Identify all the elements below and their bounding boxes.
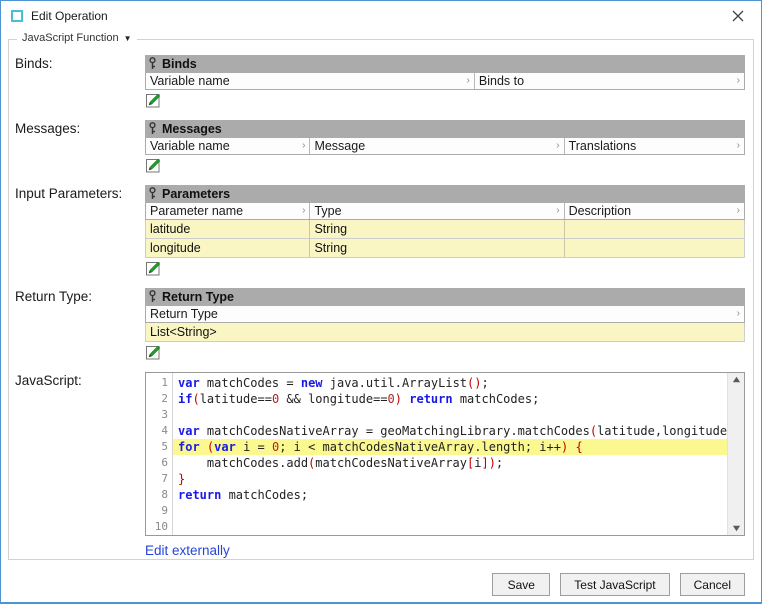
code-lines: var matchCodes = new java.util.ArrayList… bbox=[173, 373, 727, 535]
column-header[interactable]: Type› bbox=[310, 203, 564, 219]
add-row-icon[interactable] bbox=[145, 157, 161, 178]
messages-add-row bbox=[145, 157, 745, 174]
return-type-section: Return Type: Return Type Return Type› Li… bbox=[15, 288, 745, 361]
code-line bbox=[173, 519, 727, 535]
table-row[interactable]: latitude String bbox=[145, 220, 745, 239]
code-line: if(latitude==0 && longitude==0) return m… bbox=[173, 391, 727, 407]
scroll-up-icon[interactable] bbox=[732, 375, 741, 384]
javascript-section: JavaScript: 12345678910 var matchCodes =… bbox=[15, 372, 745, 560]
column-header[interactable]: Binds to› bbox=[475, 73, 744, 89]
column-chevron-icon: › bbox=[298, 141, 305, 151]
add-row-icon[interactable] bbox=[145, 92, 161, 113]
column-header[interactable]: Description› bbox=[565, 203, 744, 219]
code-line: matchCodes.add(matchCodesNativeArray[i])… bbox=[173, 455, 727, 471]
title-bar[interactable]: Edit Operation bbox=[1, 1, 761, 31]
vertical-scrollbar[interactable] bbox=[727, 373, 744, 535]
table-row[interactable]: List<String> bbox=[145, 323, 745, 342]
column-header[interactable]: Variable name› bbox=[146, 73, 475, 89]
close-icon bbox=[732, 10, 744, 22]
add-row-icon[interactable] bbox=[145, 260, 161, 281]
app-icon bbox=[11, 10, 23, 22]
return-type-add-row bbox=[145, 344, 745, 361]
column-chevron-icon: › bbox=[733, 76, 740, 86]
key-icon bbox=[148, 187, 157, 200]
column-header[interactable]: Translations› bbox=[565, 138, 744, 154]
key-icon bbox=[148, 57, 157, 70]
column-chevron-icon: › bbox=[552, 141, 559, 151]
add-row-icon[interactable] bbox=[145, 344, 161, 365]
return-type-grid-header: Return Type bbox=[145, 288, 745, 305]
column-chevron-icon: › bbox=[298, 206, 305, 216]
messages-grid-header: Messages bbox=[145, 120, 745, 137]
window-title: Edit Operation bbox=[31, 9, 108, 23]
code-line: var matchCodes = new java.util.ArrayList… bbox=[173, 375, 727, 391]
collapse-caret-icon: ▼ bbox=[124, 34, 132, 43]
edit-externally-link[interactable]: Edit externally bbox=[145, 543, 230, 558]
javascript-function-group: JavaScript Function ▼ Binds: Binds Varia… bbox=[8, 39, 754, 560]
column-header[interactable]: Variable name› bbox=[146, 138, 310, 154]
parameter-description-cell[interactable] bbox=[565, 239, 744, 257]
group-label-text: JavaScript Function bbox=[22, 32, 119, 44]
parameter-description-cell[interactable] bbox=[565, 220, 744, 238]
messages-label: Messages: bbox=[15, 120, 145, 174]
column-header[interactable]: Parameter name› bbox=[146, 203, 310, 219]
code-line: var matchCodesNativeArray = geoMatchingL… bbox=[173, 423, 727, 439]
table-row[interactable]: longitude String bbox=[145, 239, 745, 258]
binds-grid-header: Binds bbox=[145, 55, 745, 72]
scroll-down-icon[interactable] bbox=[732, 524, 741, 533]
code-line bbox=[173, 503, 727, 519]
binds-grid-title: Binds bbox=[162, 57, 197, 71]
parameters-grid-header: Parameters bbox=[145, 185, 745, 202]
messages-column-headers: Variable name› Message› Translations› bbox=[145, 137, 745, 155]
parameter-type-cell[interactable]: String bbox=[310, 220, 564, 238]
cancel-button[interactable]: Cancel bbox=[680, 573, 745, 596]
code-line: } bbox=[173, 471, 727, 487]
parameter-name-cell[interactable]: longitude bbox=[146, 239, 310, 257]
key-icon bbox=[148, 290, 157, 303]
group-label[interactable]: JavaScript Function ▼ bbox=[17, 32, 137, 44]
return-type-column-headers: Return Type› bbox=[145, 305, 745, 323]
column-chevron-icon: › bbox=[552, 206, 559, 216]
parameters-label: Input Parameters: bbox=[15, 185, 145, 277]
binds-add-row bbox=[145, 92, 745, 109]
gutter: 12345678910 bbox=[146, 373, 173, 535]
parameter-name-cell[interactable]: latitude bbox=[146, 220, 310, 238]
close-button[interactable] bbox=[727, 5, 749, 27]
javascript-label: JavaScript: bbox=[15, 372, 145, 560]
parameters-add-row bbox=[145, 260, 745, 277]
messages-grid-title: Messages bbox=[162, 122, 222, 136]
return-type-value-cell[interactable]: List<String> bbox=[146, 323, 744, 341]
messages-section: Messages: Messages Variable name› Messag… bbox=[15, 120, 745, 174]
binds-label: Binds: bbox=[15, 55, 145, 109]
parameters-grid-title: Parameters bbox=[162, 187, 230, 201]
test-javascript-button[interactable]: Test JavaScript bbox=[560, 573, 669, 596]
key-icon bbox=[148, 122, 157, 135]
edit-operation-dialog: Edit Operation JavaScript Function ▼ Bin… bbox=[0, 0, 762, 604]
code-line bbox=[173, 407, 727, 423]
column-chevron-icon: › bbox=[463, 76, 470, 86]
code-line: return matchCodes; bbox=[173, 487, 727, 503]
binds-section: Binds: Binds Variable name› Binds to› bbox=[15, 55, 745, 109]
save-button[interactable]: Save bbox=[492, 573, 550, 596]
code-line: for (var i = 0; i < matchCodesNativeArra… bbox=[173, 439, 727, 455]
javascript-code-editor[interactable]: 12345678910 var matchCodes = new java.ut… bbox=[145, 372, 745, 536]
binds-column-headers: Variable name› Binds to› bbox=[145, 72, 745, 90]
column-header[interactable]: Return Type› bbox=[146, 306, 744, 322]
column-chevron-icon: › bbox=[733, 141, 740, 151]
button-bar: Save Test JavaScript Cancel bbox=[1, 573, 761, 596]
parameter-type-cell[interactable]: String bbox=[310, 239, 564, 257]
column-chevron-icon: › bbox=[733, 309, 740, 319]
return-type-label: Return Type: bbox=[15, 288, 145, 361]
column-header[interactable]: Message› bbox=[310, 138, 564, 154]
return-type-grid-title: Return Type bbox=[162, 290, 234, 304]
parameters-section: Input Parameters: Parameters Parameter n… bbox=[15, 185, 745, 277]
parameters-column-headers: Parameter name› Type› Description› bbox=[145, 202, 745, 220]
column-chevron-icon: › bbox=[733, 206, 740, 216]
